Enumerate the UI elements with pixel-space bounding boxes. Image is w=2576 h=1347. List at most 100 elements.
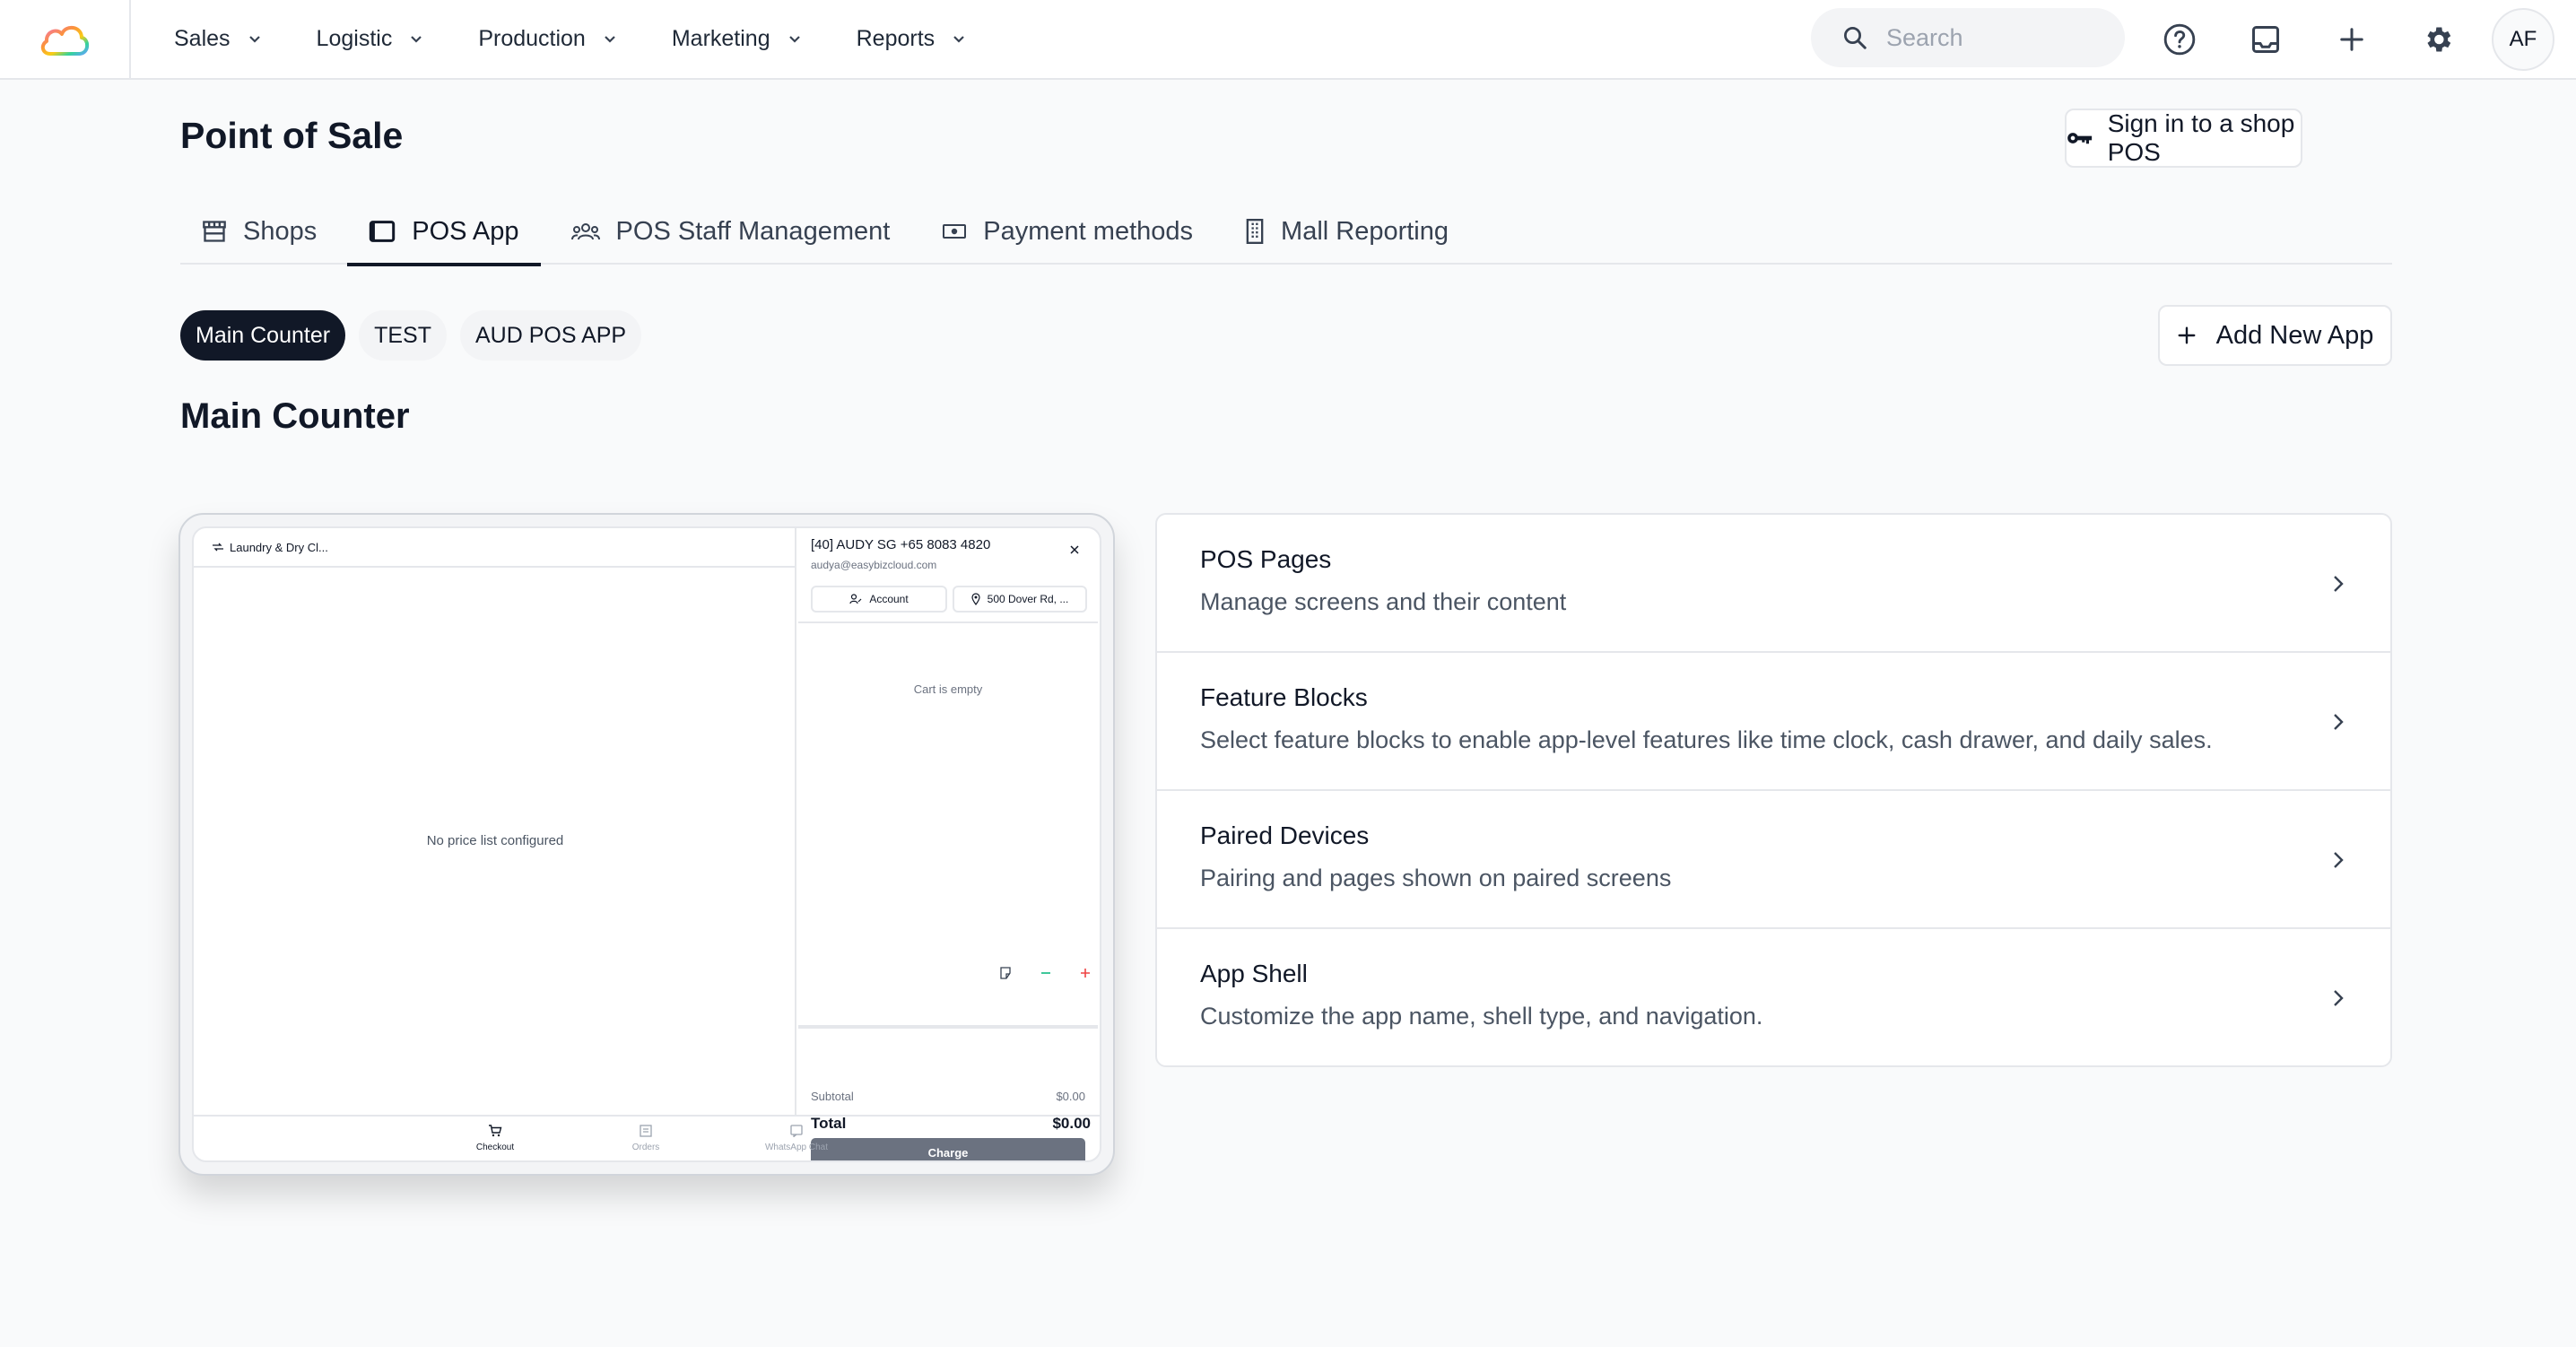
orders-icon xyxy=(640,1125,652,1137)
settings-row-pos-pages[interactable]: POS Pages Manage screens and their conte… xyxy=(1157,515,2390,653)
cart-actions xyxy=(978,962,1096,984)
building-icon xyxy=(1246,219,1264,244)
map-pin-icon xyxy=(971,593,980,605)
note-button[interactable] xyxy=(996,962,1017,984)
row-description: Manage screens and their content xyxy=(1200,588,1567,615)
page-title: Point of Sale xyxy=(180,115,404,156)
top-navbar: Sales Logistic Production Marketing Repo… xyxy=(0,0,2576,80)
row-title: Feature Blocks xyxy=(1200,683,1368,711)
nav-item-label: Marketing xyxy=(671,26,770,51)
row-description: Select feature blocks to enable app-leve… xyxy=(1200,726,2213,753)
gear-icon xyxy=(2427,27,2451,52)
increase-button[interactable] xyxy=(1075,962,1096,984)
key-icon xyxy=(2067,133,2093,144)
tab-pos-app[interactable]: POS App xyxy=(347,198,541,266)
bottom-nav-label: Checkout xyxy=(475,1143,515,1152)
chevron-right-icon xyxy=(2325,570,2352,597)
avatar[interactable]: AF xyxy=(2492,8,2554,71)
chevron-down-icon xyxy=(248,35,261,44)
settings-row-feature-blocks[interactable]: Feature Blocks Select feature blocks to … xyxy=(1157,653,2390,791)
app-pill-test[interactable]: TEST xyxy=(359,310,447,361)
nav-item-logistic[interactable]: Logistic xyxy=(317,26,423,52)
tab-label: POS Staff Management xyxy=(615,216,891,246)
tab-pos-staff-management[interactable]: POS Staff Management xyxy=(550,198,912,265)
plus-icon xyxy=(2340,28,2363,51)
section-title: Main Counter xyxy=(180,396,410,436)
storefront-icon xyxy=(203,221,226,242)
nav-item-sales[interactable]: Sales xyxy=(174,26,261,52)
nav-item-production[interactable]: Production xyxy=(478,26,616,52)
help-button[interactable] xyxy=(2158,18,2201,61)
nav-item-label: Production xyxy=(478,26,586,51)
product-panel: Laundry & Dry Cl... No price list config… xyxy=(194,528,796,1117)
cart-empty-message: Cart is empty xyxy=(913,682,983,696)
main-nav: Sales Logistic Production Marketing Repo… xyxy=(174,26,1021,52)
bottom-nav-divider xyxy=(192,1115,1101,1117)
search-box[interactable] xyxy=(1811,8,2125,67)
bottom-nav-whatsapp-chat[interactable]: WhatsApp Chat xyxy=(743,1125,850,1152)
row-title: App Shell xyxy=(1200,960,1308,987)
account-label: Account xyxy=(869,593,909,605)
app-pill-label: TEST xyxy=(374,322,431,348)
nav-item-reports[interactable]: Reports xyxy=(857,26,966,52)
close-icon xyxy=(1070,545,1079,554)
bottom-nav-label: WhatsApp Chat xyxy=(764,1143,829,1152)
tab-label: Shops xyxy=(243,216,318,246)
total-value: $0.00 xyxy=(1052,1115,1091,1132)
settings-button[interactable] xyxy=(2416,18,2459,61)
tab-mall-reporting[interactable]: Mall Reporting xyxy=(1223,198,1470,265)
customer-email: audya@easybizcloud.com xyxy=(811,559,937,571)
minus-icon xyxy=(1041,972,1050,974)
pos-tabs: Shops POS App POS Staff Management Payme… xyxy=(180,198,2392,266)
nav-item-label: Logistic xyxy=(316,26,393,51)
subtotal-value: $0.00 xyxy=(1056,1090,1085,1103)
note-icon xyxy=(1000,967,1011,979)
customer-name: [40] AUDY SG +65 8083 4820 xyxy=(811,537,991,552)
tab-label: Mall Reporting xyxy=(1281,216,1449,246)
address-button[interactable]: 500 Dover Rd, ... xyxy=(953,586,1087,613)
pos-device-preview: Laundry & Dry Cl... No price list config… xyxy=(178,513,1115,1176)
people-icon xyxy=(570,223,600,240)
chevron-down-icon xyxy=(953,35,965,44)
app-pill-aud-pos-app[interactable]: AUD POS APP xyxy=(459,310,642,361)
logo[interactable] xyxy=(0,0,131,79)
help-circle-icon xyxy=(2163,23,2196,56)
app-pill-label: AUD POS APP xyxy=(474,322,627,348)
settings-row-app-shell[interactable]: App Shell Customize the app name, shell … xyxy=(1157,929,2390,1065)
shop-selector-label: Laundry & Dry Cl... xyxy=(230,540,328,554)
tablet-icon xyxy=(370,221,396,242)
device-screen: Laundry & Dry Cl... No price list config… xyxy=(192,526,1101,1162)
chevron-right-icon xyxy=(2325,847,2352,873)
tab-shops[interactable]: Shops xyxy=(180,198,338,265)
add-new-app-label: Add New App xyxy=(2215,320,2374,350)
no-price-list-message: No price list configured xyxy=(426,833,564,848)
inbox-button[interactable] xyxy=(2244,18,2287,61)
cloud-logo-icon xyxy=(40,25,90,56)
bottom-nav-orders[interactable]: Orders xyxy=(592,1125,700,1152)
tab-label: Payment methods xyxy=(983,216,1194,246)
chevron-right-icon xyxy=(2325,708,2352,735)
account-button[interactable]: Account xyxy=(811,586,947,613)
app-pill-main-counter[interactable]: Main Counter xyxy=(180,310,346,361)
add-new-app-button[interactable]: Add New App xyxy=(2158,305,2392,366)
search-icon xyxy=(1844,27,1867,49)
app-selector: Main Counter TEST AUD POS APP xyxy=(180,310,655,361)
charge-label: Charge xyxy=(927,1145,969,1160)
inbox-icon xyxy=(2252,26,2279,53)
clear-customer-button[interactable] xyxy=(1064,539,1085,561)
chevron-down-icon xyxy=(410,35,422,44)
address-label: 500 Dover Rd, ... xyxy=(987,593,1069,605)
row-description: Pairing and pages shown on paired screen… xyxy=(1200,865,1672,891)
settings-row-paired-devices[interactable]: Paired Devices Pairing and pages shown o… xyxy=(1157,791,2390,929)
shop-selector[interactable]: Laundry & Dry Cl... xyxy=(194,528,795,568)
nav-item-label: Sales xyxy=(174,26,231,51)
swap-icon xyxy=(213,543,223,552)
sign-in-shop-pos-button[interactable]: Sign in to a shop POS xyxy=(2065,109,2302,168)
tab-payment-methods[interactable]: Payment methods xyxy=(920,198,1214,265)
search-input[interactable] xyxy=(1886,23,2102,52)
nav-item-marketing[interactable]: Marketing xyxy=(672,26,801,52)
bottom-nav-checkout[interactable]: Checkout xyxy=(441,1125,549,1152)
decrease-button[interactable] xyxy=(1035,962,1057,984)
charge-button[interactable]: Charge xyxy=(811,1138,1085,1160)
create-button[interactable] xyxy=(2330,18,2373,61)
